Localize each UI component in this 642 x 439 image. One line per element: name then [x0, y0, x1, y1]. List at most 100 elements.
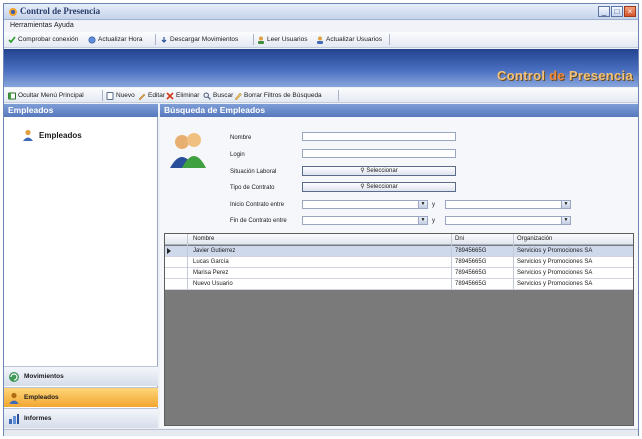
chevron-down-icon: ▼: [418, 201, 427, 208]
check-icon: [8, 36, 16, 43]
hide-menu-button[interactable]: Ocultar Menú Principal: [8, 90, 84, 101]
toolbar-separator: [102, 90, 103, 101]
column-header-organizacion[interactable]: Organización: [517, 236, 552, 242]
new-button[interactable]: Nuevo: [106, 90, 135, 101]
maximize-button[interactable]: □: [611, 6, 623, 17]
edit-button[interactable]: Editar: [138, 90, 165, 101]
login-input[interactable]: [302, 149, 456, 158]
edit-label: Editar: [148, 92, 165, 99]
inicio-from-date[interactable]: ▼: [302, 200, 428, 209]
cell-organizacion: Servicios y Promociones SA: [517, 259, 593, 265]
table-row[interactable]: Javier Gutierrez 78945665G Servicios y P…: [165, 246, 633, 257]
window-title: Control de Presencia: [20, 6, 101, 16]
read-users-button[interactable]: Leer Usuarios: [257, 34, 307, 45]
fin-from-date[interactable]: ▼: [302, 216, 428, 225]
table-row[interactable]: Marisa Perez 78945665G Servicios y Promo…: [165, 268, 633, 279]
main-content: Búsqueda de Empleados Nombre Login Situa…: [160, 104, 638, 428]
cell-nombre: Javier Gutierrez: [193, 248, 236, 254]
update-users-button[interactable]: Actualizar Usuarios: [316, 34, 382, 45]
sidebar-item-label: Empleados: [24, 394, 59, 401]
minimize-button[interactable]: _: [598, 6, 610, 17]
update-time-label: Actualizar Hora: [98, 36, 143, 43]
sidebar-item-empleados[interactable]: Empleados: [4, 387, 158, 407]
refresh-clock-icon: [88, 35, 96, 44]
cell-organizacion: Servicios y Promociones SA: [517, 270, 593, 276]
and-label: y: [432, 218, 435, 224]
sidebar: Empleados Empleados Movimientos Empleado…: [4, 104, 158, 428]
current-row-marker: [167, 248, 171, 254]
menu-ayuda[interactable]: Ayuda: [54, 22, 74, 29]
menu-herramientas[interactable]: Herramientas: [10, 22, 52, 29]
inicio-to-date[interactable]: ▼: [445, 200, 571, 209]
new-icon: [106, 91, 114, 100]
table-row[interactable]: Lucas García 78945665G Servicios y Promo…: [165, 257, 633, 268]
label-inicio-contrato: Inicio Contrato entre: [230, 202, 285, 208]
search-panel-header: Búsqueda de Empleados: [160, 104, 638, 117]
check-connection-button[interactable]: Comprobar conexión: [8, 34, 78, 45]
label-fin-contrato: Fin de Contrato entre: [230, 218, 287, 224]
logo-text-de: de: [549, 68, 565, 83]
column-header-dni[interactable]: Dni: [455, 236, 464, 242]
cell-nombre: Marisa Perez: [193, 270, 229, 276]
close-button[interactable]: ×: [624, 6, 636, 17]
cell-organizacion: Servicios y Promociones SA: [517, 248, 593, 254]
chevron-down-icon: ▼: [561, 217, 570, 224]
sidebar-header: Empleados: [4, 104, 158, 117]
clear-filter-icon: [234, 92, 242, 100]
clear-filters-button[interactable]: Borrar Filtros de Búsqueda: [234, 90, 322, 101]
cell-dni: 78945665G: [455, 248, 487, 254]
employees-icon: [23, 129, 33, 141]
edit-icon: [138, 93, 146, 100]
new-label: Nuevo: [116, 92, 135, 99]
search-icon: [203, 92, 211, 100]
app-banner: Control de Presencia: [4, 49, 638, 87]
label-login: Login: [230, 152, 245, 158]
logo-text-control: Control: [496, 68, 550, 83]
employees-icon: [9, 392, 19, 404]
title-bar: Control de Presencia _ □ ×: [4, 4, 638, 20]
column-divider: [451, 234, 452, 289]
toolbar-separator: [155, 34, 156, 45]
cell-nombre: Lucas García: [193, 259, 229, 265]
delete-button[interactable]: Eliminar: [166, 90, 199, 101]
sidebar-item-movimientos[interactable]: Movimientos: [4, 366, 158, 386]
read-users-label: Leer Usuarios: [267, 36, 308, 43]
contrato-select-button[interactable]: ⚲ Seleccionar: [302, 182, 456, 192]
users-update-icon: [317, 36, 323, 44]
check-connection-label: Comprobar conexión: [18, 36, 79, 43]
nombre-input[interactable]: [302, 132, 456, 141]
cell-nombre: Nuevo Usuario: [193, 281, 233, 287]
sidebar-item-label: Informes: [24, 415, 52, 422]
clear-filters-label: Borrar Filtros de Búsqueda: [244, 92, 322, 99]
employees-large-icon: [170, 133, 206, 168]
users-read-icon: [258, 36, 264, 44]
employees-grid: Nombre Dni Organización Javier Gutierrez…: [164, 233, 634, 426]
app-icon: [9, 8, 17, 16]
chevron-down-icon: ▼: [418, 217, 427, 224]
cell-organizacion: Servicios y Promociones SA: [517, 281, 593, 287]
download-movements-button[interactable]: Descargar Movimientos: [160, 34, 238, 45]
column-divider: [187, 234, 188, 289]
hide-menu-label: Ocultar Menú Principal: [18, 92, 84, 99]
sidebar-tree-item-empleados[interactable]: Empleados: [22, 129, 82, 141]
update-time-button[interactable]: Actualizar Hora: [88, 34, 142, 45]
app-window: Control de Presencia _ □ × Herramientas …: [3, 3, 639, 436]
sidebar-item-informes[interactable]: Informes: [4, 408, 158, 428]
grid-header: Nombre Dni Organización: [165, 234, 633, 245]
select-label: Seleccionar: [366, 184, 398, 190]
cell-dni: 78945665G: [455, 270, 487, 276]
search-button[interactable]: Buscar: [203, 90, 233, 101]
search-label: Buscar: [213, 92, 234, 99]
column-header-nombre[interactable]: Nombre: [193, 236, 214, 242]
toolbar-separator: [338, 90, 339, 101]
cell-dni: 78945665G: [455, 281, 487, 287]
sidebar-tree-label: Empleados: [39, 130, 82, 140]
movements-icon: [9, 371, 19, 382]
action-toolbar: Ocultar Menú Principal Nuevo Editar Elim…: [4, 88, 638, 103]
situacion-select-button[interactable]: ⚲ Seleccionar: [302, 166, 456, 176]
delete-icon: [166, 91, 174, 100]
table-row[interactable]: Nuevo Usuario 78945665G Servicios y Prom…: [165, 279, 633, 290]
hide-menu-icon: [8, 92, 16, 99]
column-divider: [513, 234, 514, 289]
fin-to-date[interactable]: ▼: [445, 216, 571, 225]
